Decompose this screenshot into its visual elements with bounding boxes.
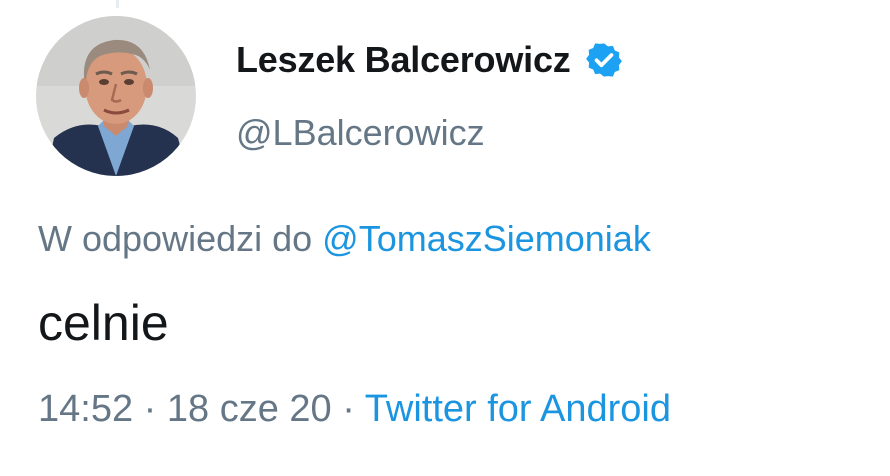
display-name[interactable]: Leszek Balcerowicz [236,39,571,81]
meta-separator: · [143,388,157,430]
meta-separator: · [342,388,355,430]
profile-photo-icon [36,16,196,176]
reply-context: W odpowiedzi do @TomaszSiemoniak [38,218,651,260]
thread-connector-line [116,0,119,8]
tweet-text: celnie [38,295,169,351]
verified-badge-icon [585,41,623,79]
author-name-row[interactable]: Leszek Balcerowicz [236,38,623,82]
tweet-source-link[interactable]: Twitter for Android [365,388,671,430]
tweet-meta: 14:52 · 18 cze 20 · Twitter for Android [38,388,671,431]
reply-mention-link[interactable]: @TomaszSiemoniak [322,218,651,259]
reply-prefix: W odpowiedzi do [38,218,313,259]
avatar[interactable] [36,16,196,176]
tweet-date[interactable]: 18 cze 20 [167,388,332,430]
tweet-time[interactable]: 14:52 [38,388,133,430]
author-handle[interactable]: @LBalcerowicz [236,112,485,154]
